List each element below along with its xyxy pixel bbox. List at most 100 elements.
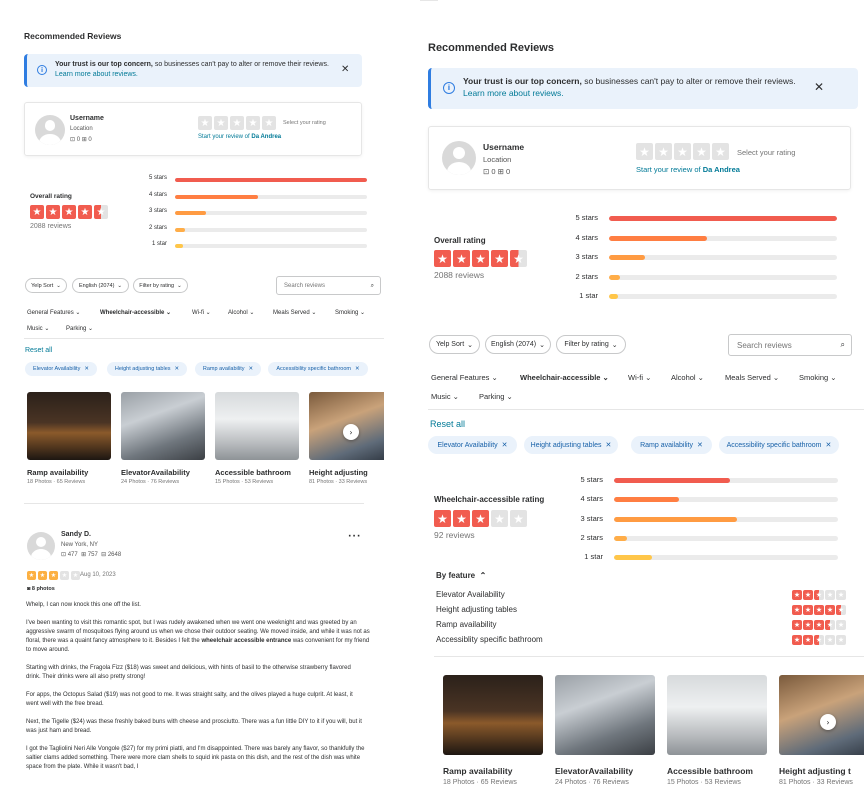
star-icon[interactable]: ★ — [262, 116, 276, 130]
star-icon: ★ — [62, 205, 76, 219]
filter-tag[interactable]: Elevator Availability ✕ — [25, 362, 97, 376]
reviewer-avatar[interactable] — [27, 532, 55, 560]
close-icon[interactable]: ✕ — [248, 366, 253, 372]
learn-more-link[interactable]: Learn more about reviews. — [55, 71, 138, 78]
bar-fill — [609, 294, 619, 299]
filter-tag[interactable]: Elevator Availability ✕ — [428, 436, 517, 454]
filter-tag[interactable]: Ramp availability ✕ — [195, 362, 261, 376]
search-icon[interactable]: ⌕ — [841, 340, 845, 350]
photo-thumbnail[interactable] — [667, 675, 767, 755]
filter-rating-select[interactable]: Filter by rating ⌄ — [133, 278, 188, 293]
photo-thumbnail[interactable] — [215, 392, 299, 460]
category-tab[interactable]: Wheelchair-accessible ⌄ — [520, 373, 609, 382]
filter-tag[interactable]: Ramp availability ✕ — [631, 436, 712, 454]
select-rating-stars[interactable]: ★ ★ ★ ★ ★ — [198, 116, 276, 130]
bar-track — [614, 497, 838, 503]
star-icon: ★ — [803, 605, 813, 615]
sort-select[interactable]: Yelp Sort ⌄ — [25, 278, 67, 293]
language-select[interactable]: English (2074) ⌄ — [72, 278, 129, 293]
star-icon[interactable]: ★ — [198, 116, 212, 130]
friends-icon: ⊡ — [483, 167, 490, 176]
photo-thumbnail[interactable] — [121, 392, 205, 460]
category-tab[interactable]: Smoking ⌄ — [335, 309, 365, 316]
filter-tag[interactable]: Accessibility specific bathroom ✕ — [268, 362, 368, 376]
photo-title[interactable]: Accessible bathroom — [667, 766, 753, 776]
star-icon: ★ — [836, 605, 846, 615]
info-icon: i — [37, 65, 47, 75]
category-tab[interactable]: Music ⌄ — [27, 325, 49, 332]
star-icon[interactable]: ★ — [214, 116, 228, 130]
photo-title[interactable]: Ramp availability — [27, 468, 88, 477]
review-paragraph: Whelp, I can now knock this one off the … — [26, 602, 141, 608]
filter-tag[interactable]: Height adjusting tables ✕ — [107, 362, 187, 376]
chevron-down-icon: ⌄ — [56, 282, 61, 289]
star-icon[interactable]: ★ — [693, 143, 710, 160]
category-tab[interactable]: General Features ⌄ — [27, 309, 80, 316]
close-icon[interactable]: ✕ — [605, 441, 611, 449]
category-tab[interactable]: Smoking ⌄ — [799, 373, 837, 382]
close-icon[interactable]: ✕ — [84, 366, 89, 372]
avatar — [442, 141, 476, 175]
photo-thumbnail[interactable] — [555, 675, 655, 755]
close-icon[interactable]: ✕ — [175, 366, 180, 372]
divider — [434, 656, 864, 657]
photo-title[interactable]: ElevatorAvailability — [555, 766, 633, 776]
filter-tag[interactable]: Height adjusting tables ✕ — [524, 436, 618, 454]
category-tab[interactable]: Meals Served ⌄ — [273, 309, 316, 316]
photo-thumbnail[interactable] — [443, 675, 543, 755]
language-select[interactable]: English (2074) ⌄ — [485, 335, 551, 354]
search-input[interactable]: Search reviews ⌕ — [276, 276, 381, 295]
photo-title[interactable]: Height adjusting — [309, 468, 368, 477]
star-icon[interactable]: ★ — [230, 116, 244, 130]
photo-title[interactable]: Height adjusting t — [779, 766, 851, 776]
star-icon[interactable]: ★ — [246, 116, 260, 130]
sort-select[interactable]: Yelp Sort ⌄ — [429, 335, 480, 354]
photo-meta: 24 Photos · 76 Reviews — [555, 779, 629, 786]
close-icon[interactable]: ✕ — [826, 441, 832, 449]
photo-thumbnail[interactable] — [27, 392, 111, 460]
category-tab[interactable]: Meals Served ⌄ — [725, 373, 779, 382]
category-tab[interactable]: Wheelchair-accessible ⌄ — [100, 309, 171, 316]
start-review-link[interactable]: Start your review of Da Andrea — [636, 165, 740, 174]
photo-title[interactable]: Ramp availability — [443, 766, 512, 776]
star-icon[interactable]: ★ — [655, 143, 672, 160]
search-input[interactable]: Search reviews ⌕ — [728, 334, 852, 356]
category-tab[interactable]: Parking ⌄ — [66, 325, 93, 332]
star-icon[interactable]: ★ — [674, 143, 691, 160]
category-tab[interactable]: Parking ⌄ — [479, 392, 513, 401]
filter-rating-select[interactable]: Filter by rating ⌄ — [556, 335, 626, 354]
category-tab[interactable]: Alcohol ⌄ — [228, 309, 254, 316]
username: Username — [483, 142, 525, 152]
select-rating-label: Select your rating — [737, 148, 796, 157]
close-icon[interactable]: ✕ — [355, 366, 360, 372]
close-icon[interactable]: ✕ — [814, 80, 824, 94]
section-title: Recommended Reviews — [428, 42, 554, 54]
start-review-link[interactable]: Start your review of Da Andrea — [198, 134, 281, 140]
reset-all-link[interactable]: Reset all — [25, 347, 52, 354]
photo-title[interactable]: Accessible bathroom — [215, 468, 291, 477]
category-tab[interactable]: Wi-fi ⌄ — [192, 309, 211, 316]
photo-title[interactable]: ElevatorAvailability — [121, 468, 190, 477]
close-icon[interactable]: ✕ — [341, 64, 349, 75]
category-tab[interactable]: General Features ⌄ — [431, 373, 498, 382]
more-icon[interactable]: ··· — [348, 532, 361, 542]
star-icon[interactable]: ★ — [712, 143, 729, 160]
category-tab[interactable]: Music ⌄ — [431, 392, 459, 401]
category-tab[interactable]: Alcohol ⌄ — [671, 373, 704, 382]
select-rating-stars[interactable]: ★ ★ ★ ★ ★ — [636, 143, 729, 160]
by-feature-toggle[interactable]: By feature ⌃ — [436, 571, 486, 580]
close-icon[interactable]: ✕ — [697, 441, 703, 449]
chevron-right-icon[interactable]: › — [820, 714, 836, 730]
star-icon[interactable]: ★ — [636, 143, 653, 160]
category-tab[interactable]: Wi-fi ⌄ — [628, 373, 651, 382]
close-icon[interactable]: ✕ — [502, 441, 508, 449]
photo-thumbnail[interactable] — [779, 675, 864, 755]
learn-more-link[interactable]: Learn more about reviews. — [463, 88, 564, 98]
filter-tag[interactable]: Accessibility specific bathroom ✕ — [719, 436, 839, 454]
reset-all-link[interactable]: Reset all — [430, 419, 465, 429]
search-icon[interactable]: ⌕ — [371, 282, 374, 290]
chevron-right-icon[interactable]: › — [343, 424, 359, 440]
reviewer-name[interactable]: Sandy D. — [61, 531, 91, 538]
review-photos-link[interactable]: ◙ 8 photos — [27, 586, 55, 592]
tag-label: Elevator Availability — [33, 366, 81, 372]
